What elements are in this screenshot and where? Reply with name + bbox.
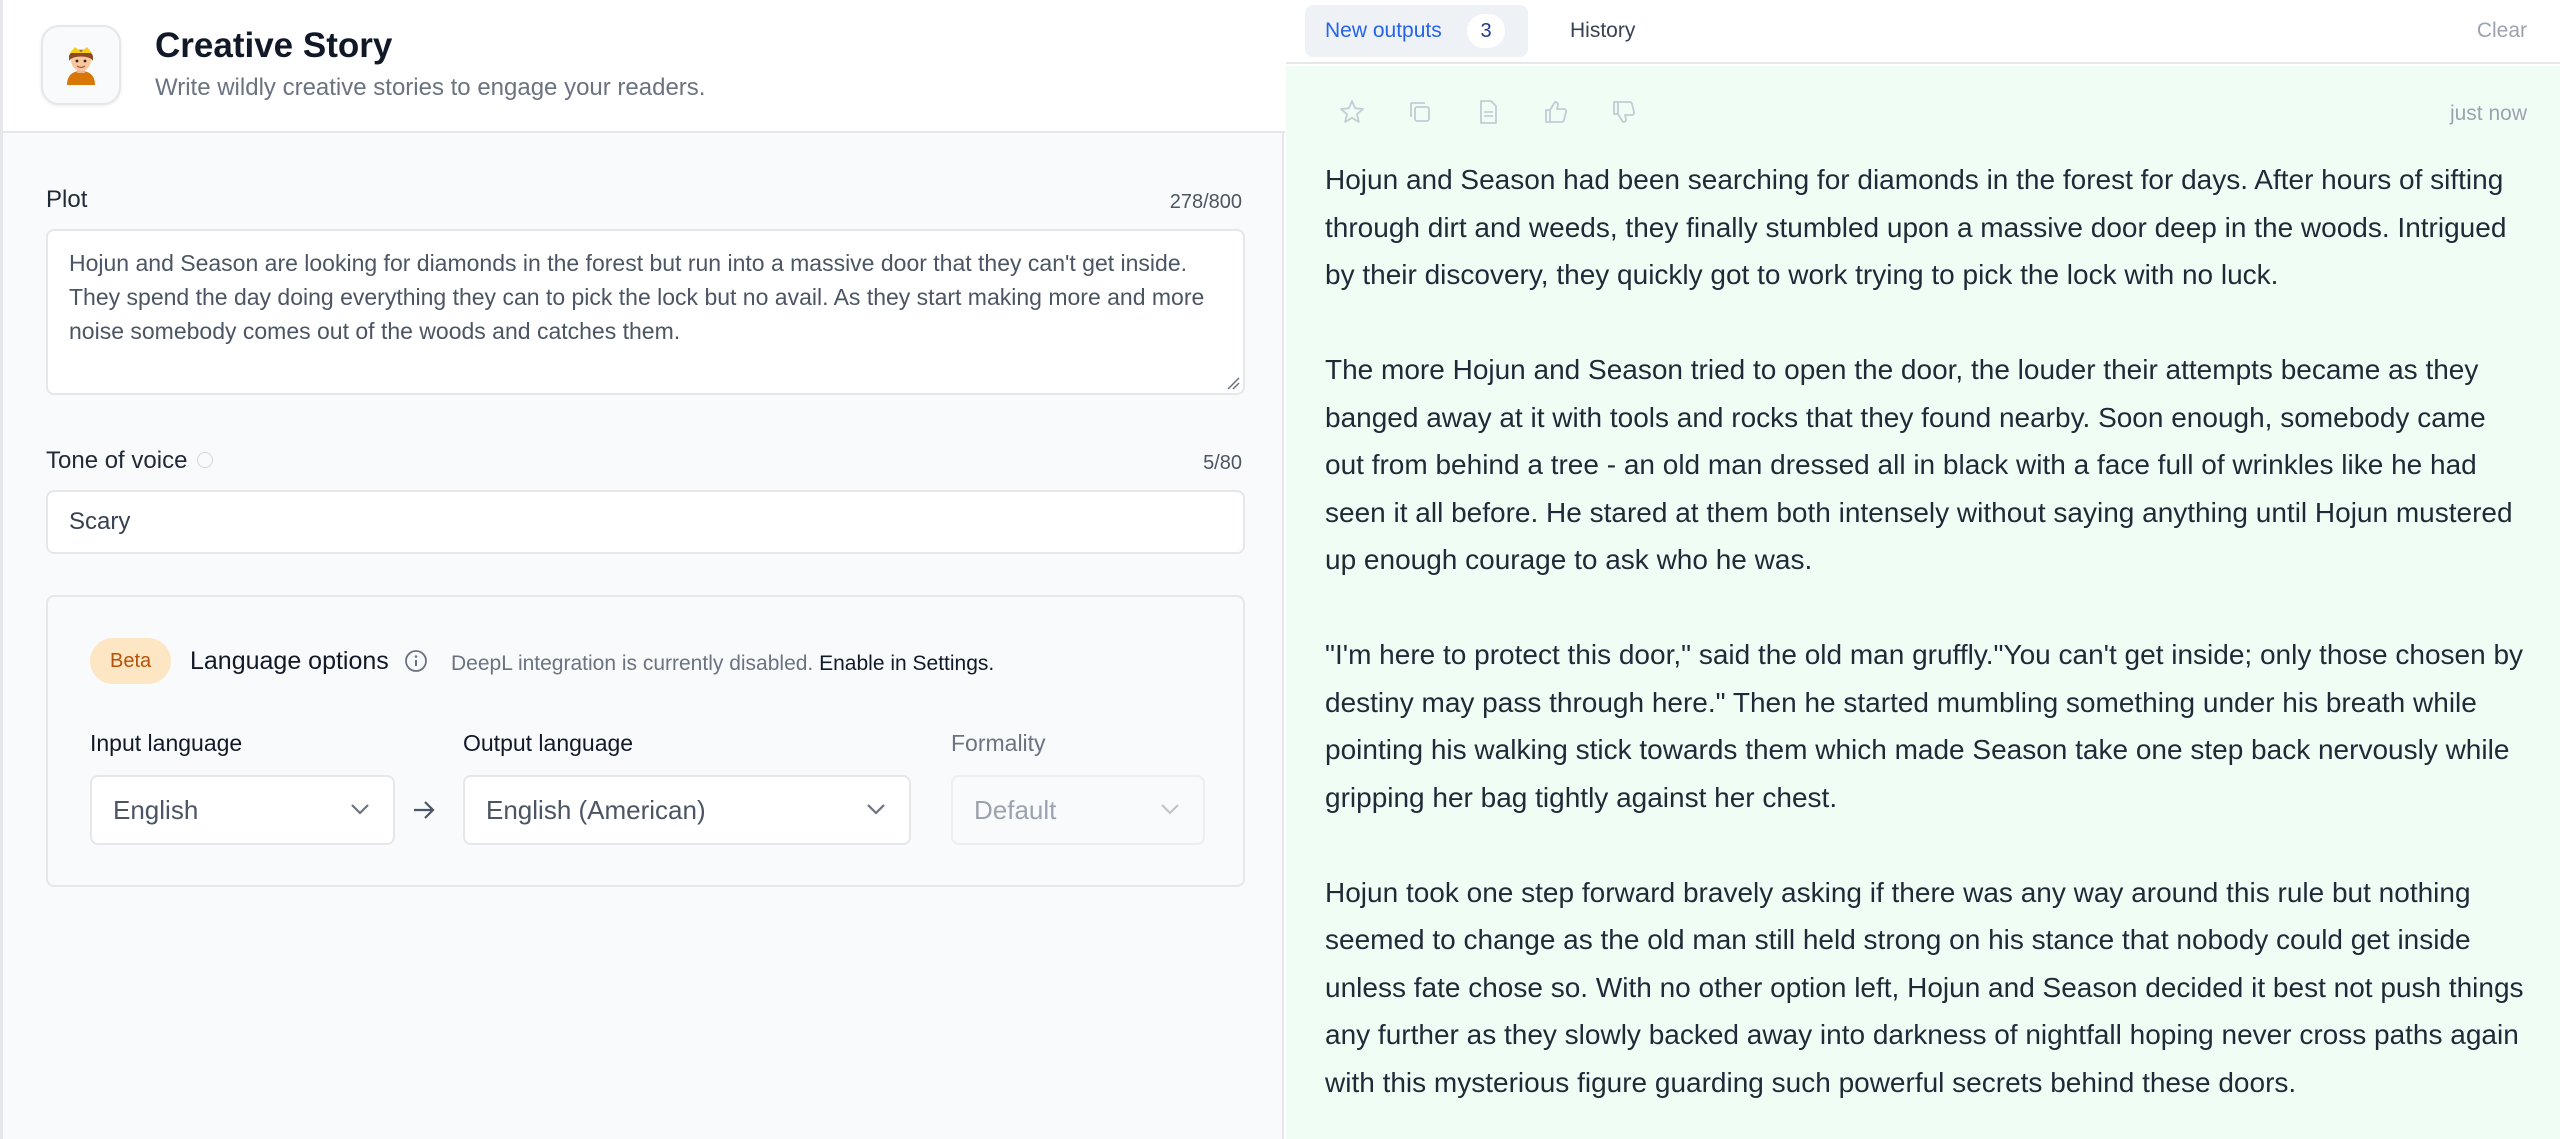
deepl-note: DeepL integration is currently disabled.… bbox=[451, 652, 994, 676]
input-language-value: English bbox=[113, 795, 199, 825]
info-icon[interactable] bbox=[197, 451, 214, 468]
enable-settings-link[interactable]: Enable in Settings. bbox=[819, 652, 994, 675]
input-panel: Creative Story Write wildly creative sto… bbox=[0, 0, 1285, 1139]
person-emoji-icon bbox=[41, 25, 121, 105]
beta-badge: Beta bbox=[90, 638, 172, 684]
copy-icon[interactable] bbox=[1406, 98, 1434, 126]
plot-textarea[interactable]: Hojun and Season are looking for diamond… bbox=[46, 229, 1245, 395]
chevron-down-icon bbox=[351, 804, 369, 815]
output-language-value: English (American) bbox=[486, 795, 706, 825]
formality-value: Default bbox=[974, 795, 1057, 825]
plot-counter: 278/800 bbox=[1169, 191, 1242, 213]
output-language-label: Output language bbox=[463, 730, 634, 756]
story-paragraph: "I'm here to protect this door," said th… bbox=[1325, 639, 2524, 813]
tab-history[interactable]: History bbox=[1570, 19, 1635, 43]
info-icon[interactable] bbox=[404, 649, 428, 673]
input-language-label: Input language bbox=[90, 730, 243, 756]
tab-new-outputs[interactable]: New outputs 3 bbox=[1305, 5, 1528, 57]
new-outputs-count-badge: 3 bbox=[1467, 14, 1505, 48]
app-title: Creative Story bbox=[155, 26, 393, 65]
star-icon[interactable] bbox=[1338, 98, 1366, 126]
arrow-right-icon bbox=[414, 801, 435, 819]
story-paragraph: Hojun and Season had been searching for … bbox=[1325, 164, 2507, 290]
output-language-select[interactable]: English (American) bbox=[463, 775, 911, 845]
app-subtitle: Write wildly creative stories to engage … bbox=[155, 74, 706, 101]
output-card: just now Hojun and Season had been searc… bbox=[1286, 66, 2560, 1139]
story-output: Hojun and Season had been searching for … bbox=[1325, 156, 2525, 1139]
tone-input[interactable]: Scary bbox=[46, 490, 1245, 554]
language-options-title: Language options bbox=[190, 647, 389, 675]
formality-label: Formality bbox=[951, 730, 1046, 756]
thumbs-up-icon[interactable] bbox=[1542, 98, 1570, 126]
input-language-select[interactable]: English bbox=[90, 775, 395, 845]
clear-button[interactable]: Clear bbox=[2477, 19, 2527, 43]
output-timestamp: just now bbox=[2449, 102, 2527, 125]
resize-handle-icon[interactable] bbox=[1226, 376, 1240, 390]
plot-textarea-value: Hojun and Season are looking for diamond… bbox=[69, 250, 1205, 344]
language-options-card: Beta Language options DeepL integration … bbox=[46, 595, 1245, 887]
thumbs-down-icon[interactable] bbox=[1610, 98, 1638, 126]
story-paragraph: The more Hojun and Season tried to open … bbox=[1325, 354, 2513, 575]
tab-new-outputs-label: New outputs bbox=[1325, 19, 1442, 42]
output-tabbar: New outputs 3 History Clear bbox=[1286, 0, 2560, 64]
deepl-note-text: DeepL integration is currently disabled. bbox=[451, 652, 814, 675]
output-panel: New outputs 3 History Clear just now Hoj… bbox=[1286, 0, 2560, 1139]
app-header: Creative Story Write wildly creative sto… bbox=[3, 0, 1285, 133]
tone-label-text: Tone of voice bbox=[46, 447, 188, 474]
tone-label: Tone of voice bbox=[46, 447, 214, 475]
document-icon[interactable] bbox=[1474, 98, 1502, 126]
chevron-down-icon bbox=[867, 804, 885, 815]
formality-select[interactable]: Default bbox=[951, 775, 1205, 845]
plot-label: Plot bbox=[46, 186, 88, 213]
tone-counter: 5/80 bbox=[1203, 452, 1242, 474]
story-paragraph: Hojun took one step forward bravely aski… bbox=[1325, 876, 2524, 1098]
chevron-down-icon bbox=[1161, 804, 1179, 815]
